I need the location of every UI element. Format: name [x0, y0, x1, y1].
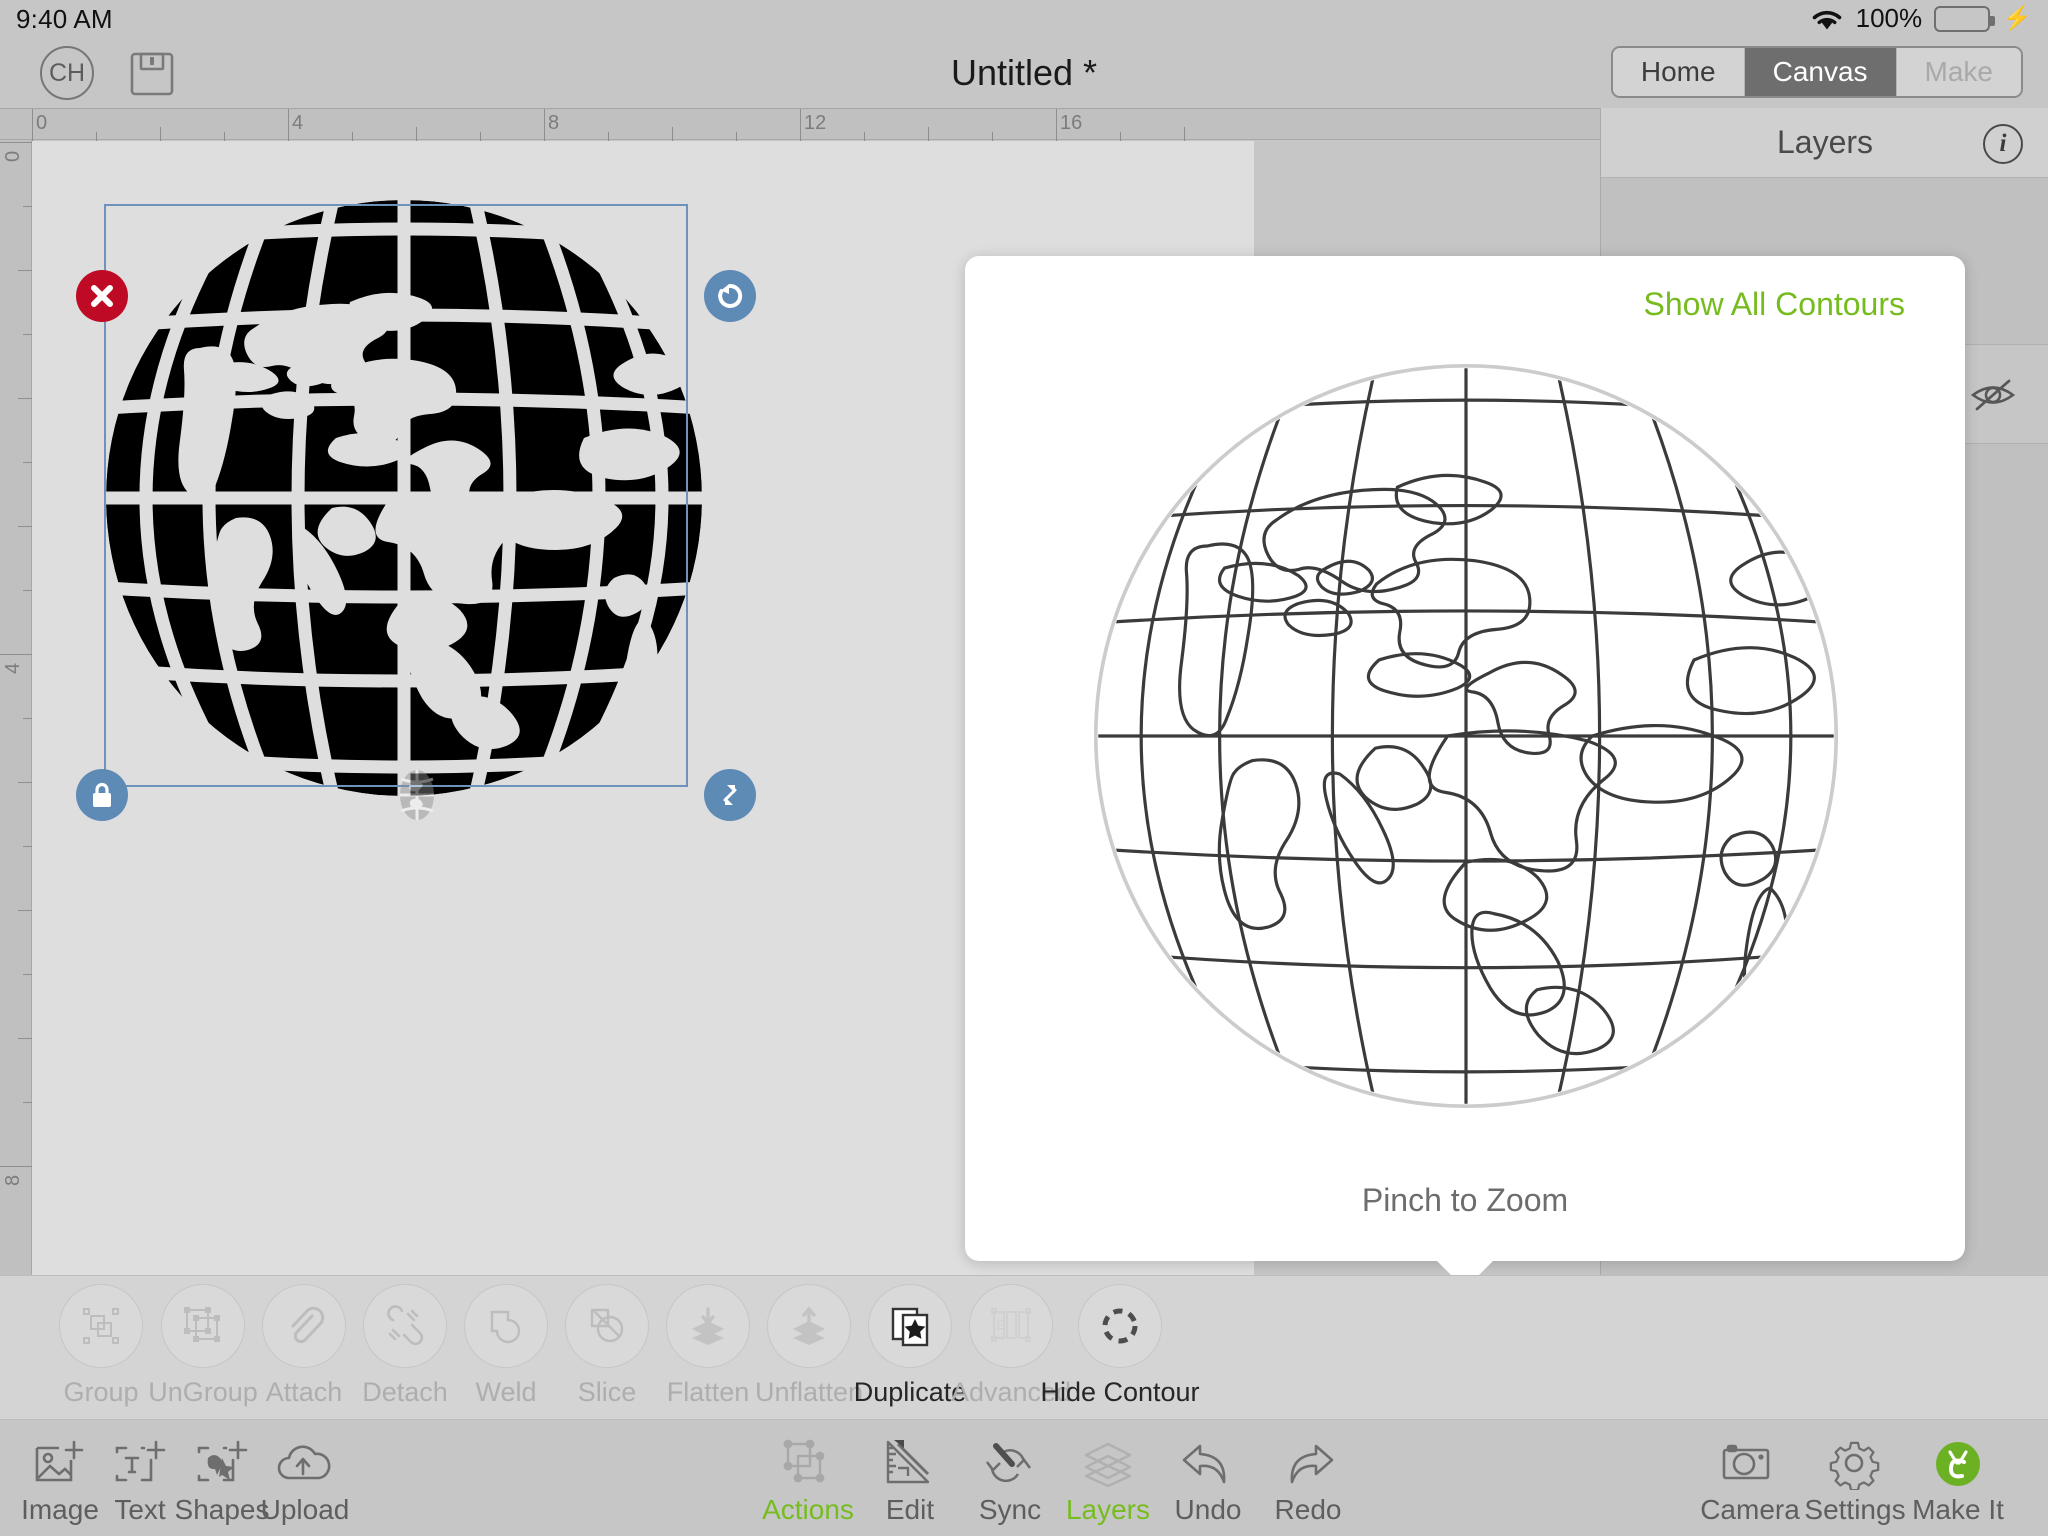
- nav-label: Actions: [762, 1494, 854, 1525]
- nav-label: Camera: [1700, 1494, 1800, 1525]
- redo-arrow-icon: [1278, 1428, 1338, 1490]
- globe-thumbnail-icon: [391, 769, 443, 821]
- save-button[interactable]: [128, 50, 178, 98]
- gear-icon: [1827, 1428, 1883, 1490]
- ruler-pencil-icon: [882, 1428, 938, 1490]
- battery-percent: 100%: [1855, 3, 1923, 33]
- lock-aspect-handle[interactable]: [76, 769, 128, 821]
- status-indicators: 100% ⚡: [1810, 3, 2032, 34]
- action-label: Hide Contour: [1040, 1377, 1200, 1407]
- tab-home[interactable]: Home: [1612, 48, 1744, 96]
- layers-panel-title: Layers: [1776, 124, 1874, 160]
- dashed-circle-icon: [1078, 1284, 1162, 1368]
- status-time: 9:40 AM: [16, 4, 113, 34]
- battery-full-icon: [1934, 5, 1996, 32]
- tab-make[interactable]: Make: [1895, 48, 2021, 96]
- ruler-v-label-8: 8: [2, 1174, 24, 1186]
- status-bar: 9:40 AM 100% ⚡: [0, 0, 2048, 38]
- nav-settings[interactable]: Settings: [1795, 1428, 1915, 1526]
- advanced-icon: E: [969, 1284, 1053, 1368]
- action-label: Slice: [577, 1377, 637, 1407]
- resize-handle[interactable]: [704, 769, 756, 821]
- selection-bounding-box[interactable]: [104, 204, 688, 787]
- sync-icon: [982, 1428, 1038, 1490]
- svg-text:E: E: [997, 1318, 1005, 1332]
- nav-label: Layers: [1065, 1494, 1151, 1525]
- mode-segmented-control[interactable]: Home Canvas Make: [1610, 46, 2023, 98]
- info-circle-icon[interactable]: i: [1983, 124, 2023, 164]
- camera-icon: [1720, 1428, 1780, 1490]
- cloud-upload-icon: [275, 1428, 335, 1490]
- nav-label: Text: [114, 1494, 166, 1525]
- nav-make-it[interactable]: Make It: [1898, 1428, 2018, 1526]
- close-x-icon: [89, 283, 115, 309]
- ruler-h-label-16: 16: [1060, 112, 1083, 134]
- nav-label: Make It: [1912, 1494, 2004, 1525]
- avatar-initials: CH: [48, 58, 86, 87]
- ruler-h-label-4: 4: [292, 112, 304, 134]
- ruler-v-label-4: 4: [2, 662, 24, 674]
- rotate-icon: [715, 281, 745, 311]
- actions-toolbar: Group UnGroup Attach Detach Weld Slice F…: [0, 1275, 2048, 1420]
- resize-diagonal-icon: [716, 781, 744, 809]
- wifi-icon: [1810, 6, 1844, 32]
- document-title: Untitled *: [950, 52, 1098, 93]
- ruler-v-label-0: 0: [2, 150, 24, 162]
- nav-label: Redo: [1274, 1494, 1342, 1525]
- nav-redo[interactable]: Redo: [1248, 1428, 1368, 1526]
- actions-icon: [780, 1428, 836, 1490]
- nav-label: Upload: [260, 1494, 350, 1525]
- show-all-contours-button[interactable]: Show All Contours: [1644, 286, 1905, 323]
- nav-camera[interactable]: Camera: [1690, 1428, 1810, 1526]
- undo-arrow-icon: [1178, 1428, 1238, 1490]
- ruler-h-label-12: 12: [804, 112, 827, 134]
- avatar[interactable]: CH: [40, 46, 94, 100]
- cricut-logo-icon: [1930, 1428, 1986, 1490]
- globe-contour-preview[interactable]: [1023, 356, 1909, 1116]
- pinch-to-zoom-hint: Pinch to Zoom: [1361, 1182, 1569, 1218]
- layers-stack-icon: [1080, 1428, 1136, 1490]
- ruler-h-label-0: 0: [36, 112, 48, 134]
- horizontal-ruler: 0 4 8 12 16: [0, 108, 1600, 141]
- delete-handle[interactable]: [76, 270, 128, 322]
- tab-canvas[interactable]: Canvas: [1743, 48, 1896, 96]
- eye-slash-icon[interactable]: [1967, 369, 2019, 421]
- ruler-h-label-8: 8: [548, 112, 560, 134]
- nav-label: Undo: [1174, 1494, 1242, 1525]
- nav-label: Edit: [885, 1494, 935, 1525]
- nav-label: Settings: [1804, 1494, 1906, 1525]
- add-shapes-icon: [194, 1428, 250, 1490]
- add-text-icon: [112, 1428, 168, 1490]
- lock-closed-icon: [89, 781, 115, 809]
- nav-upload[interactable]: Upload: [245, 1428, 365, 1526]
- action-hide-contour[interactable]: Hide Contour: [1040, 1284, 1200, 1408]
- rotate-handle[interactable]: [704, 270, 756, 322]
- layers-panel-header: Layers i: [1601, 108, 2048, 178]
- app-nav-bar: CH Untitled * Home Canvas Make: [0, 38, 2048, 108]
- vertical-ruler: 0 4 8: [0, 140, 32, 1275]
- action-label: Weld: [475, 1377, 537, 1407]
- layer-thumbnail-handle[interactable]: [391, 769, 443, 821]
- bottom-navigation-bar: Image Text Shapes Upload Actions Edit Sy…: [0, 1420, 2048, 1536]
- lightning-bolt-icon: ⚡: [2002, 4, 2032, 32]
- nav-label: Sync: [978, 1494, 1042, 1525]
- hide-contour-popup: Show All Contours Pinch to Zoom: [965, 256, 1965, 1261]
